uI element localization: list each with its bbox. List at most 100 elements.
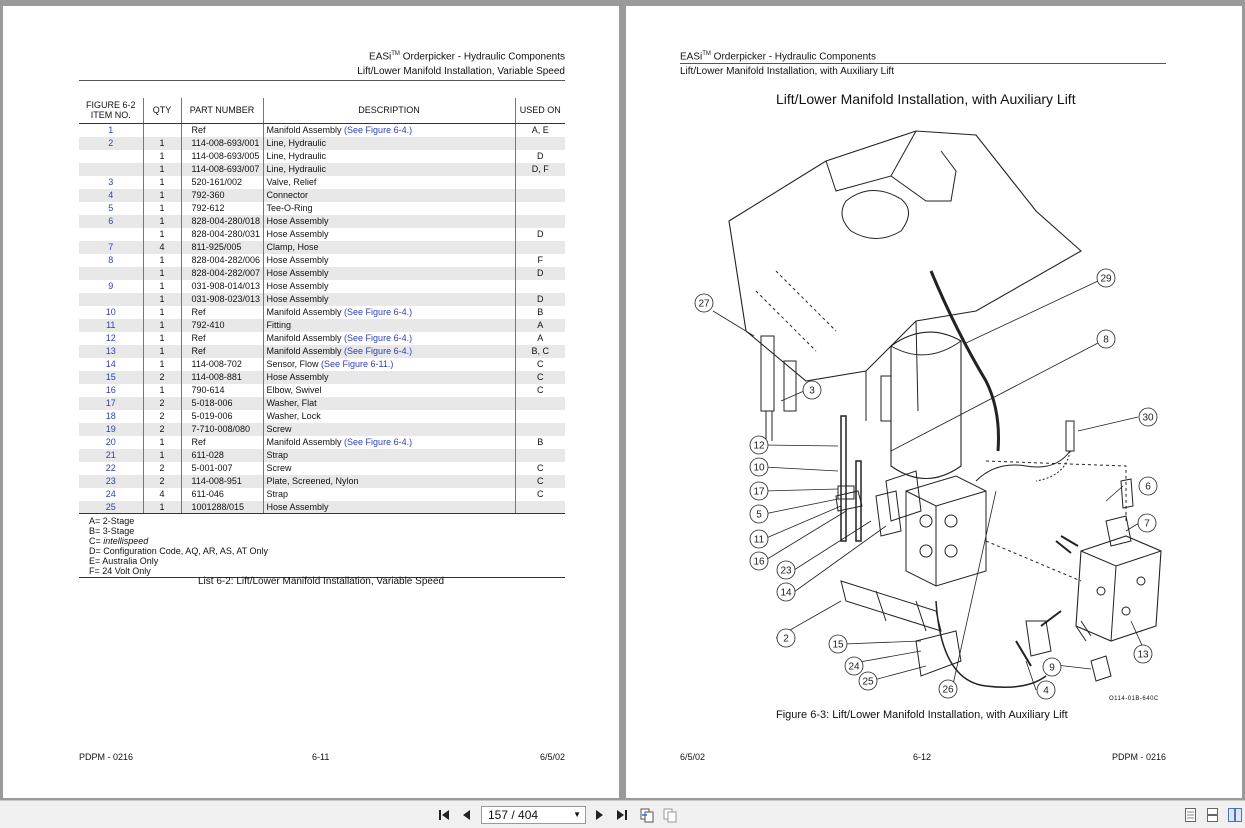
item-number[interactable]: 14	[79, 358, 143, 371]
quantity: 1	[142, 175, 182, 189]
item-number[interactable]: 3	[79, 176, 143, 189]
item-number[interactable]: 18	[79, 410, 143, 423]
table-row: 10 1 Ref Manifold Assembly (See Figure 6-4.…	[79, 305, 565, 319]
prev-page-icon[interactable]	[459, 807, 475, 823]
callout-11: 11	[749, 529, 769, 549]
item-number[interactable]: 11	[79, 318, 143, 332]
quantity: 1	[142, 266, 182, 280]
description: Hose Assembly	[263, 500, 516, 514]
svg-text:7: 7	[1144, 519, 1150, 530]
part-number: 5-019-006	[181, 409, 264, 423]
footer-date: 6/5/02	[539, 752, 565, 762]
next-page-icon[interactable]	[591, 807, 607, 823]
last-page-icon[interactable]	[613, 807, 629, 823]
item-number[interactable]: 15	[79, 370, 143, 384]
item-number[interactable]: 13	[79, 344, 143, 358]
item-number[interactable]: 21	[79, 448, 143, 462]
next-view-icon[interactable]	[662, 807, 678, 823]
single-page-view-icon[interactable]	[1184, 808, 1197, 822]
item-number[interactable]: 1	[79, 124, 143, 137]
description: Elbow, Swivel	[263, 383, 516, 397]
col-header-description: DESCRIPTION	[262, 98, 516, 124]
callout-30: 30	[1138, 407, 1158, 427]
quantity: 1	[142, 318, 182, 332]
quantity: 1	[142, 162, 182, 176]
quantity: 2	[142, 396, 182, 410]
table-row: 23 2 114-008-951 Plate, Screened, Nylon C	[79, 474, 565, 488]
item-number[interactable]: 25	[79, 500, 143, 514]
part-number: Ref	[181, 331, 264, 345]
item-number[interactable]: 4	[79, 188, 143, 202]
svg-text:13: 13	[1137, 650, 1149, 661]
figure-reference-link[interactable]: (See Figure 6-4.)	[342, 437, 412, 447]
item-number[interactable]: 16	[79, 384, 143, 397]
item-number[interactable]: 19	[79, 422, 143, 436]
description: Hose Assembly	[263, 279, 516, 293]
table-row: 20 1 Ref Manifold Assembly (See Figure 6-4.…	[79, 435, 565, 449]
part-number: 611-046	[181, 487, 264, 501]
document-page-right: EASiTM Orderpicker - Hydraulic Component…	[626, 6, 1242, 798]
item-number[interactable]: 8	[79, 254, 143, 267]
item-number[interactable]: 5	[79, 202, 143, 215]
item-number[interactable]: 6	[79, 214, 143, 228]
first-page-icon[interactable]	[437, 807, 453, 823]
table-row: 7 4 811-925/005 Clamp, Hose	[79, 240, 565, 254]
item-number[interactable]: 7	[79, 240, 143, 254]
figure-reference-link[interactable]: (See Figure 6-11.)	[319, 359, 393, 369]
running-header-subtitle: Lift/Lower Manifold Installation, Variab…	[357, 66, 565, 77]
used-on	[514, 214, 565, 228]
table-row: 17 2 5-018-006 Washer, Flat	[79, 396, 565, 410]
table-header-row: FIGURE 6-2 ITEM NO. QTY PART NUMBER DESCR…	[79, 98, 565, 124]
description: Hose Assembly	[263, 227, 516, 241]
part-number: 828-004-282/007	[181, 266, 264, 280]
prev-view-icon[interactable]	[639, 807, 655, 823]
item-number[interactable]: 23	[79, 474, 143, 488]
used-on: B, C	[514, 344, 565, 358]
quantity: 1	[142, 201, 182, 215]
item-number[interactable]: 12	[79, 332, 143, 345]
quantity: 1	[142, 279, 182, 293]
chevron-down-icon[interactable]: ▼	[573, 807, 581, 823]
table-row: 2 1 114-008-693/001 Line, Hydraulic	[79, 136, 565, 150]
list-caption: List 6-2: Lift/Lower Manifold Installati…	[198, 576, 445, 587]
part-number: 114-008-881	[181, 370, 264, 384]
header-rule	[680, 63, 1166, 64]
svg-text:29: 29	[1100, 274, 1112, 285]
part-number: 5-018-006	[181, 396, 264, 410]
table-row: 4 1 792-360 Connector	[79, 188, 565, 202]
figure-reference-link[interactable]: (See Figure 6-4.)	[342, 333, 412, 343]
item-number[interactable]: 20	[79, 436, 143, 449]
used-on	[514, 500, 565, 514]
callout-6: 6	[1138, 476, 1158, 496]
facing-pages-view-icon[interactable]	[1228, 808, 1242, 822]
part-number: 792-360	[181, 188, 264, 202]
used-on: B	[514, 435, 565, 449]
table-row: 1 031-908-023/013 Hose Assembly D	[79, 292, 565, 306]
table-row: 5 1 792-612 Tee-O-Ring	[79, 201, 565, 215]
description: Tee-O-Ring	[263, 201, 516, 215]
table-row: 3 1 520-161/002 Valve, Relief	[79, 175, 565, 189]
table-row: 6 1 828-004-280/018 Hose Assembly	[79, 214, 565, 228]
part-number: Ref	[181, 435, 264, 449]
callout-15: 15	[828, 634, 848, 654]
table-row: 21 1 611-028 Strap	[79, 448, 565, 462]
svg-text:9: 9	[1049, 663, 1055, 674]
svg-text:6: 6	[1145, 482, 1151, 493]
figure-reference-link[interactable]: (See Figure 6-4.)	[342, 346, 412, 356]
page-number-field[interactable]: 157 / 404 ▼	[481, 806, 586, 824]
svg-text:5: 5	[756, 510, 762, 521]
continuous-view-icon[interactable]	[1206, 808, 1219, 822]
item-number[interactable]: 22	[79, 462, 143, 475]
item-number[interactable]: 17	[79, 396, 143, 410]
quantity: 1	[142, 188, 182, 202]
quantity: 1	[142, 344, 182, 358]
item-number	[79, 266, 143, 280]
item-number[interactable]: 9	[79, 280, 143, 293]
item-number	[79, 150, 143, 163]
figure-reference-link[interactable]: (See Figure 6-4.)	[342, 125, 412, 135]
item-number[interactable]: 24	[79, 488, 143, 501]
figure-reference-link[interactable]: (See Figure 6-4.)	[342, 307, 412, 317]
item-number[interactable]: 10	[79, 306, 143, 319]
item-number[interactable]: 2	[79, 136, 143, 150]
used-on: B	[514, 305, 565, 319]
